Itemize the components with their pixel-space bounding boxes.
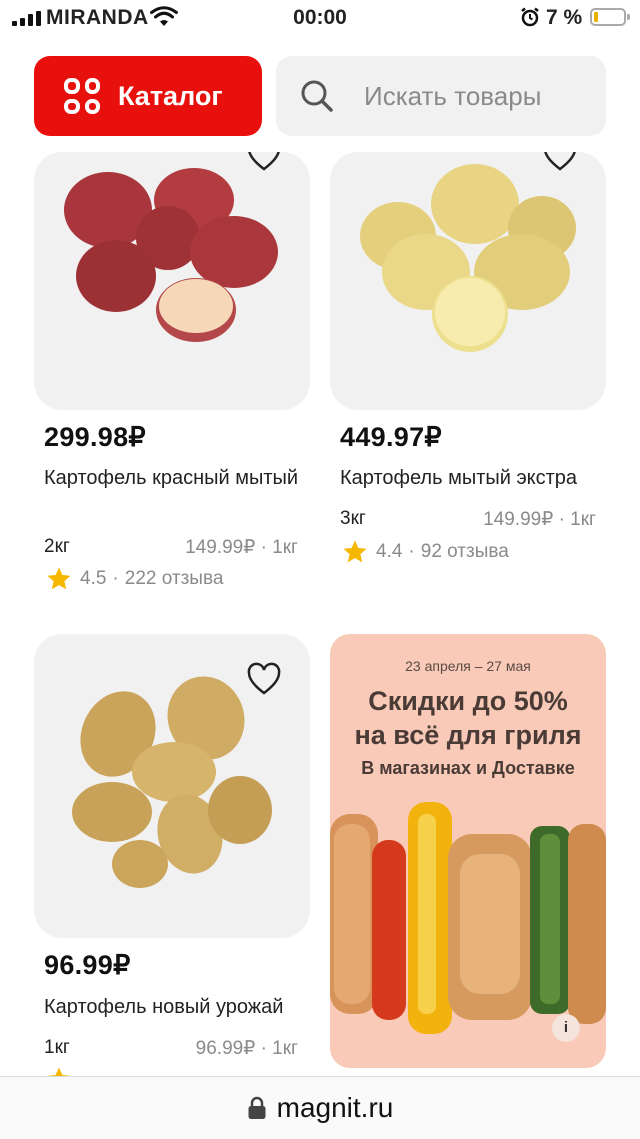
promo-info-button[interactable]: i: [552, 1014, 580, 1042]
search-placeholder: Искать товары: [364, 80, 542, 111]
star-icon: [47, 567, 71, 590]
promo-dates: 23 апреля – 27 мая: [405, 658, 531, 674]
product-price: 299.98₽: [44, 422, 146, 452]
catalog-button[interactable]: Каталог: [34, 56, 262, 136]
product-price: 449.97₽: [340, 422, 442, 452]
clock: 00:00: [293, 6, 347, 29]
product-weight: 1кг: [44, 1037, 70, 1058]
header: Каталог Искать товары: [0, 40, 640, 152]
star-icon: [343, 540, 367, 563]
catalog-button-label: Каталог: [118, 80, 223, 111]
product-rating: 4.5 · 222 отзыва: [46, 566, 223, 592]
product-weight: 2кг: [44, 536, 70, 557]
browser-url-bar[interactable]: magnit.ru: [0, 1076, 640, 1139]
promo-subtitle: В магазинах и Доставке: [361, 758, 575, 778]
rating-score: 4.5: [80, 568, 107, 589]
catalog-grid-icon: [64, 78, 100, 114]
promo-headline-line2: на всё для гриля: [354, 720, 582, 750]
url-text: magnit.ru: [276, 1092, 394, 1123]
favorite-heart-icon[interactable]: [542, 152, 578, 174]
favorite-heart-icon[interactable]: [246, 152, 282, 174]
favorite-heart-icon[interactable]: [246, 662, 282, 698]
lock-icon: [248, 1096, 266, 1119]
product-weight: 3кг: [340, 508, 366, 529]
product-rating-partial: [44, 1066, 244, 1076]
product-card[interactable]: [330, 152, 606, 410]
promo-banner[interactable]: 23 апреля – 27 мая Скидки до 50% на всё …: [330, 634, 606, 1068]
product-card[interactable]: [34, 152, 310, 410]
battery-percentage: 7 %: [546, 6, 583, 29]
product-rating: 4.4 · 92 отзыва: [342, 539, 509, 565]
promo-headline-line1: Скидки до 50%: [368, 686, 568, 716]
search-input[interactable]: Искать товары: [276, 56, 606, 136]
search-icon: [301, 80, 333, 112]
new-potatoes-photo[interactable]: [34, 634, 310, 938]
battery-icon: [590, 8, 630, 26]
promo-headline: Скидки до 50% на всё для гриля: [330, 684, 606, 752]
alarm-icon: [521, 7, 539, 27]
product-unit-price: 96.99₽ · 1кг: [195, 1038, 298, 1059]
status-bar: MIRANDA 00:00 7 %: [0, 0, 640, 40]
product-card[interactable]: [34, 634, 310, 938]
product-unit-price: 149.99₽ · 1кг: [185, 537, 298, 558]
rating-score: 4.4: [376, 541, 403, 562]
washed-potatoes-photo[interactable]: [330, 152, 606, 410]
product-name[interactable]: Картофель красный мытый: [44, 464, 320, 492]
reviews-count[interactable]: 92 отзыва: [421, 541, 509, 563]
product-name[interactable]: Картофель мытый экстра: [340, 464, 616, 492]
reviews-count[interactable]: 222 отзыва: [125, 568, 224, 590]
product-name[interactable]: Картофель новый урожай: [44, 993, 320, 1021]
product-unit-price: 149.99₽ · 1кг: [483, 509, 596, 530]
product-price: 96.99₽: [44, 950, 131, 980]
red-potatoes-photo[interactable]: [34, 152, 310, 410]
star-icon: [47, 1067, 71, 1076]
